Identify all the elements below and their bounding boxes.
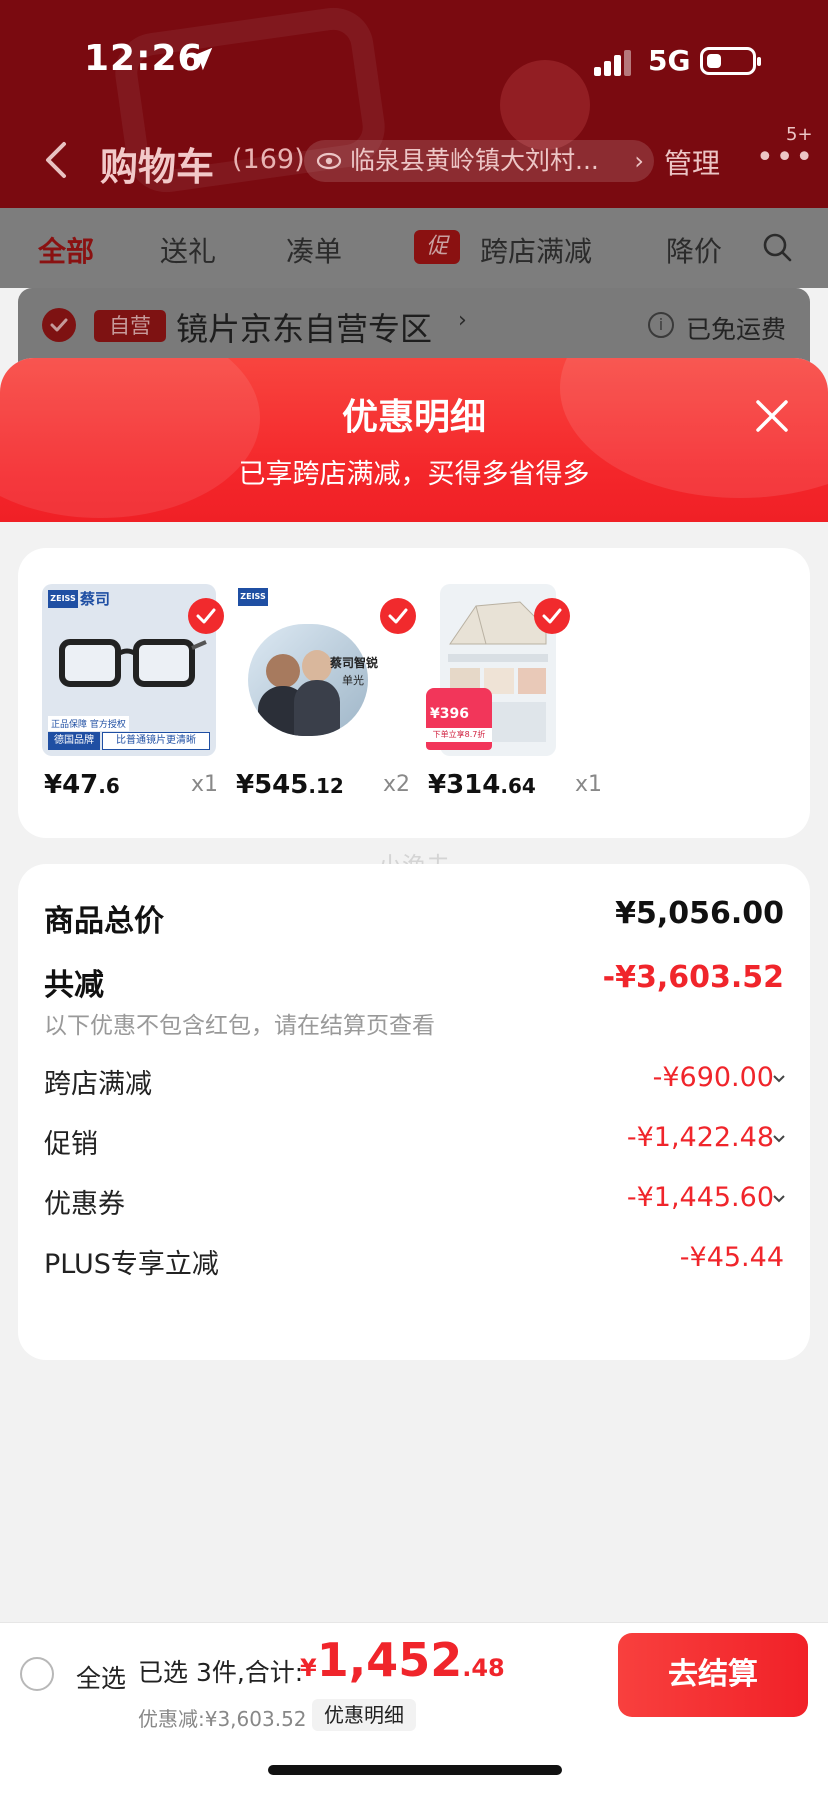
- glasses-icon: [59, 639, 207, 687]
- discount-detail-button[interactable]: 优惠明细: [312, 1699, 416, 1731]
- selected-count-text: 已选 3件,合计:: [138, 1658, 304, 1687]
- shop-header-row: 自营 镜片京东自营专区 › i 已免运费: [18, 288, 810, 368]
- product-price: ¥314.64: [428, 770, 536, 800]
- promo-sticker-text: 下单立享8.7折: [426, 728, 492, 742]
- thumb-slogan-text: 比普通镜片更清晰: [102, 732, 210, 750]
- discount-value: -¥45.44: [679, 1242, 784, 1273]
- tab-all[interactable]: 全部: [38, 230, 94, 270]
- chevron-down-icon: [773, 1135, 785, 1143]
- checkmark-icon: [542, 608, 562, 624]
- total-reduction-value: -¥3,603.52: [602, 960, 784, 995]
- discount-detail-sheet: 优惠明细 已享跨店满减，买得多省得多 ZEISS 蔡司 正品保障 官方授权 德国…: [0, 358, 828, 1622]
- thumb-lens-sub: 单光: [342, 674, 364, 687]
- product-price: ¥545.12: [236, 770, 344, 800]
- home-indicator: [268, 1765, 562, 1775]
- shop-select-checkbox[interactable]: [42, 308, 76, 342]
- product-quantity: x2: [382, 772, 410, 797]
- filter-tabs: 全部 送礼 凑单 促 跨店满减 降价: [0, 208, 828, 288]
- thumb-lens-text: 蔡司智锐: [330, 656, 379, 670]
- discount-summary-text: 优惠减:¥3,603.52: [138, 1707, 307, 1731]
- total-price-label: 商品总价: [44, 904, 164, 939]
- thumb-tag-text: 德国品牌: [48, 732, 100, 750]
- status-bar: 12:26 5G: [0, 0, 828, 120]
- sheet-header: 优惠明细 已享跨店满减，买得多省得多: [0, 358, 828, 522]
- product-quantity: x1: [574, 772, 602, 797]
- chevron-down-icon: [773, 1195, 785, 1203]
- back-chevron-icon[interactable]: [42, 140, 68, 180]
- product-selected-check[interactable]: [188, 598, 224, 634]
- promo-sticker-price: ¥396: [430, 706, 469, 722]
- battery-icon: [700, 47, 761, 75]
- tab-cross-store-discount[interactable]: 跨店满减: [480, 230, 592, 270]
- self-operated-badge: 自营: [94, 310, 166, 342]
- cellular-signal-icon: [594, 50, 631, 76]
- price-summary-card: 商品总价 ¥5,056.00 共减 -¥3,603.52 以下优惠不包含红包，请…: [18, 864, 810, 1360]
- chevron-right-icon: ›: [458, 308, 467, 333]
- network-type: 5G: [648, 44, 691, 77]
- page-title: 购物车: [100, 145, 215, 189]
- discount-value: -¥1,445.60: [627, 1182, 785, 1213]
- info-icon[interactable]: i: [648, 312, 674, 338]
- more-menu-icon[interactable]: •••: [756, 140, 815, 175]
- thumb-brand-text: 蔡司: [80, 590, 111, 608]
- shop-name[interactable]: 镜片京东自营专区: [176, 304, 432, 350]
- checkout-bar: 全选 已选 3件,合计: ¥1,452.48 优惠减:¥3,603.52 优惠明…: [0, 1622, 828, 1796]
- checkout-button[interactable]: 去结算: [618, 1633, 808, 1717]
- manage-button[interactable]: 管理: [664, 142, 720, 182]
- discount-label: 优惠券: [44, 1189, 125, 1220]
- discount-label: PLUS专享立减: [44, 1249, 219, 1280]
- checkmark-icon: [196, 608, 216, 624]
- free-shipping-text: 已免运费: [686, 315, 787, 344]
- close-icon[interactable]: [752, 396, 792, 436]
- eye-icon: [316, 152, 342, 170]
- reduction-note: 以下优惠不包含红包，请在结算页查看: [44, 1013, 435, 1039]
- product-selected-check[interactable]: [534, 598, 570, 634]
- discount-value: -¥1,422.48: [627, 1122, 785, 1153]
- message-badge: 5+: [786, 124, 813, 145]
- product-price: ¥47.6: [44, 770, 120, 800]
- delivery-address-text: 临泉县黄岭镇大刘村...: [350, 146, 599, 175]
- tab-price-drop[interactable]: 降价: [666, 230, 722, 270]
- location-arrow-icon: [189, 47, 213, 71]
- discount-value: -¥690.00: [653, 1062, 785, 1093]
- discount-label: 促销: [44, 1129, 98, 1160]
- cart-total-price: ¥1,452.48: [300, 1633, 505, 1687]
- product-selected-check[interactable]: [380, 598, 416, 634]
- checkmark-icon: [388, 608, 408, 624]
- thumb-badge-text: 正品保障 官方授权: [48, 716, 129, 731]
- total-price-value: ¥5,056.00: [615, 896, 784, 931]
- sheet-subtitle: 已享跨店满减，买得多省得多: [238, 459, 590, 490]
- sheet-title: 优惠明细: [341, 397, 486, 438]
- chevron-down-icon: [773, 1075, 785, 1083]
- cart-nav-bar: 购物车 (169) 临泉县黄岭镇大刘村... › 管理 ••• 5+: [0, 124, 828, 192]
- search-icon[interactable]: [762, 232, 792, 262]
- promo-sticker: ¥396 下单立享8.7折: [426, 688, 492, 750]
- discount-label: 跨店满减: [44, 1069, 152, 1100]
- tab-gift[interactable]: 送礼: [160, 230, 216, 270]
- tab-add-on[interactable]: 凑单: [286, 230, 342, 270]
- total-reduction-label: 共减: [44, 968, 104, 1003]
- promo-badge: 促: [414, 230, 460, 264]
- delivery-address-selector[interactable]: 临泉县黄岭镇大刘村... ›: [304, 140, 654, 182]
- select-all-checkbox[interactable]: [20, 1657, 54, 1691]
- chevron-right-icon: ›: [634, 147, 644, 175]
- tent-icon: [449, 601, 547, 645]
- select-all-label[interactable]: 全选: [76, 1659, 126, 1695]
- selected-products-card: ZEISS 蔡司 正品保障 官方授权 德国品牌 比普通镜片更清晰 ¥47.6 x…: [18, 548, 810, 838]
- product-quantity: x1: [190, 772, 218, 797]
- checkmark-icon: [50, 318, 68, 332]
- cart-count: (169): [232, 144, 305, 175]
